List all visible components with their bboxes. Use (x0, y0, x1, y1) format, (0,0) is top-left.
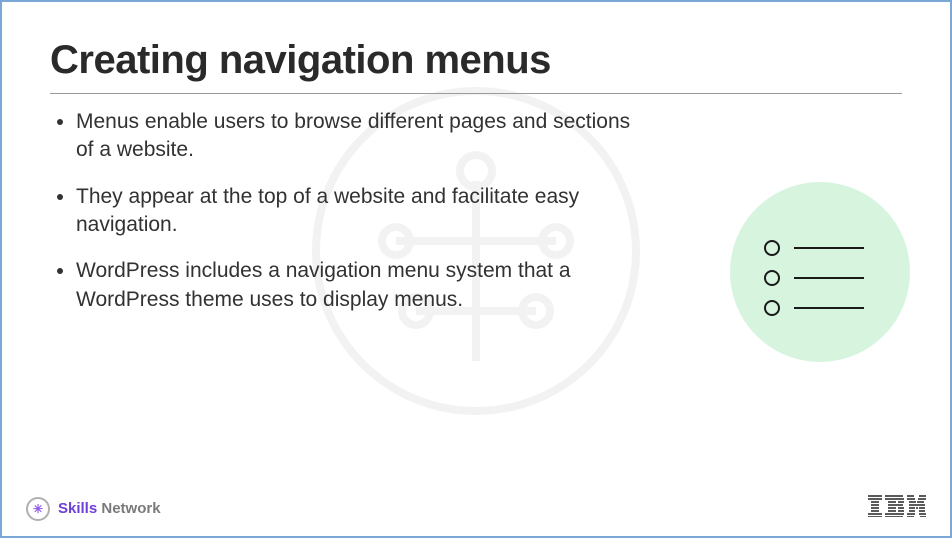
title-rule (50, 93, 902, 94)
skills-badge-icon: ✳ (26, 497, 50, 521)
bullet-item: They appear at the top of a website and … (76, 183, 636, 240)
bullet-item: Menus enable users to browse different p… (76, 108, 636, 165)
menu-list-icon (730, 182, 910, 362)
footer: ✳ Skills Network (26, 495, 926, 522)
bullet-item: WordPress includes a navigation menu sys… (76, 257, 636, 314)
skills-network-logo: ✳ Skills Network (26, 497, 161, 521)
bullet-list: Menus enable users to browse different p… (50, 108, 636, 314)
ibm-logo (868, 495, 926, 522)
slide: Creating navigation menus Menus enable u… (0, 0, 952, 538)
skills-text: Skills Network (58, 500, 161, 517)
slide-title: Creating navigation menus (50, 38, 902, 87)
